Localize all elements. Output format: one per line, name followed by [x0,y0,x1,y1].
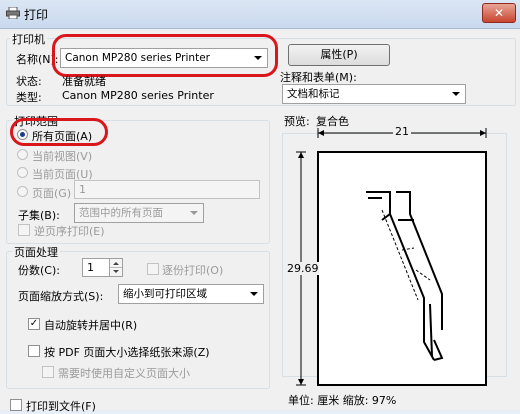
pages-radio[interactable] [17,186,28,197]
reverse-label[interactable]: 逆页序打印(E) [34,223,105,239]
printer-icon [6,6,20,20]
scaling-select[interactable]: 缩小到可打印区域 [118,284,264,304]
chevron-down-icon [250,292,258,296]
highlight-mark-all-pages [10,118,108,146]
current-page-radio[interactable] [17,167,28,178]
close-button[interactable]: ✕ [482,3,516,23]
copies-label: 份数(C): [18,264,60,277]
auto-rotate-label[interactable]: 自动旋转并居中(R) [44,317,137,333]
highlight-mark-printer [52,34,278,77]
print-to-file-label[interactable]: 打印到文件(F) [26,398,96,414]
reverse-checkbox[interactable] [18,224,30,236]
collate-checkbox[interactable] [147,263,159,275]
current-view-radio[interactable] [17,149,28,160]
title-bar [0,0,520,29]
chevron-down-icon [452,92,460,96]
subset-select[interactable]: 范围中的所有页面 [74,203,204,223]
choose-paper-label[interactable]: 按 PDF 页面大小选择纸张来源(Z) [44,344,210,360]
comments-value: 文档和标记 [287,88,340,100]
preview-canvas [296,128,487,386]
custom-paper-checkbox[interactable] [42,366,54,378]
scaling-label: 页面缩放方式(S): [18,290,104,303]
collate-label[interactable]: 逐份打印(O) [162,262,223,278]
status-label: 状态: [16,75,42,88]
pages-label[interactable]: 页面(G) [32,185,71,201]
window-title: 打印 [24,8,49,22]
comments-label: 注释和表单(M): [280,71,357,84]
custom-paper-label[interactable]: 需要时使用自定义页面大小 [58,365,190,381]
chevron-down-icon [190,211,198,215]
copies-stepper[interactable] [109,258,123,277]
printer-group-title: 打印机 [10,31,47,47]
auto-rotate-checkbox[interactable]: ✓ [28,318,40,330]
comments-select[interactable]: 文档和标记 [282,84,466,104]
preview-height-value: 29.69 [287,262,319,275]
pages-input[interactable]: 1 [74,180,260,199]
preview-width-value: 21 [393,125,411,138]
status-value: 准备就绪 [62,75,106,88]
copies-input[interactable]: 1 [82,258,110,277]
type-label: 类型: [16,91,42,104]
properties-button[interactable]: 属性(P) [288,44,390,66]
current-view-label[interactable]: 当前视图(V) [32,148,92,164]
subset-value: 范围中的所有页面 [79,207,163,219]
choose-paper-checkbox[interactable] [28,345,40,357]
print-to-file-checkbox[interactable] [10,399,22,411]
scaling-value: 缩小到可打印区域 [123,288,207,300]
preview-units-scale: 单位: 厘米 缩放: 97% [288,394,397,407]
page-handling-title: 页面处理 [12,244,60,260]
type-value: Canon MP280 series Printer [62,89,214,102]
subset-label: 子集(B): [18,209,60,222]
